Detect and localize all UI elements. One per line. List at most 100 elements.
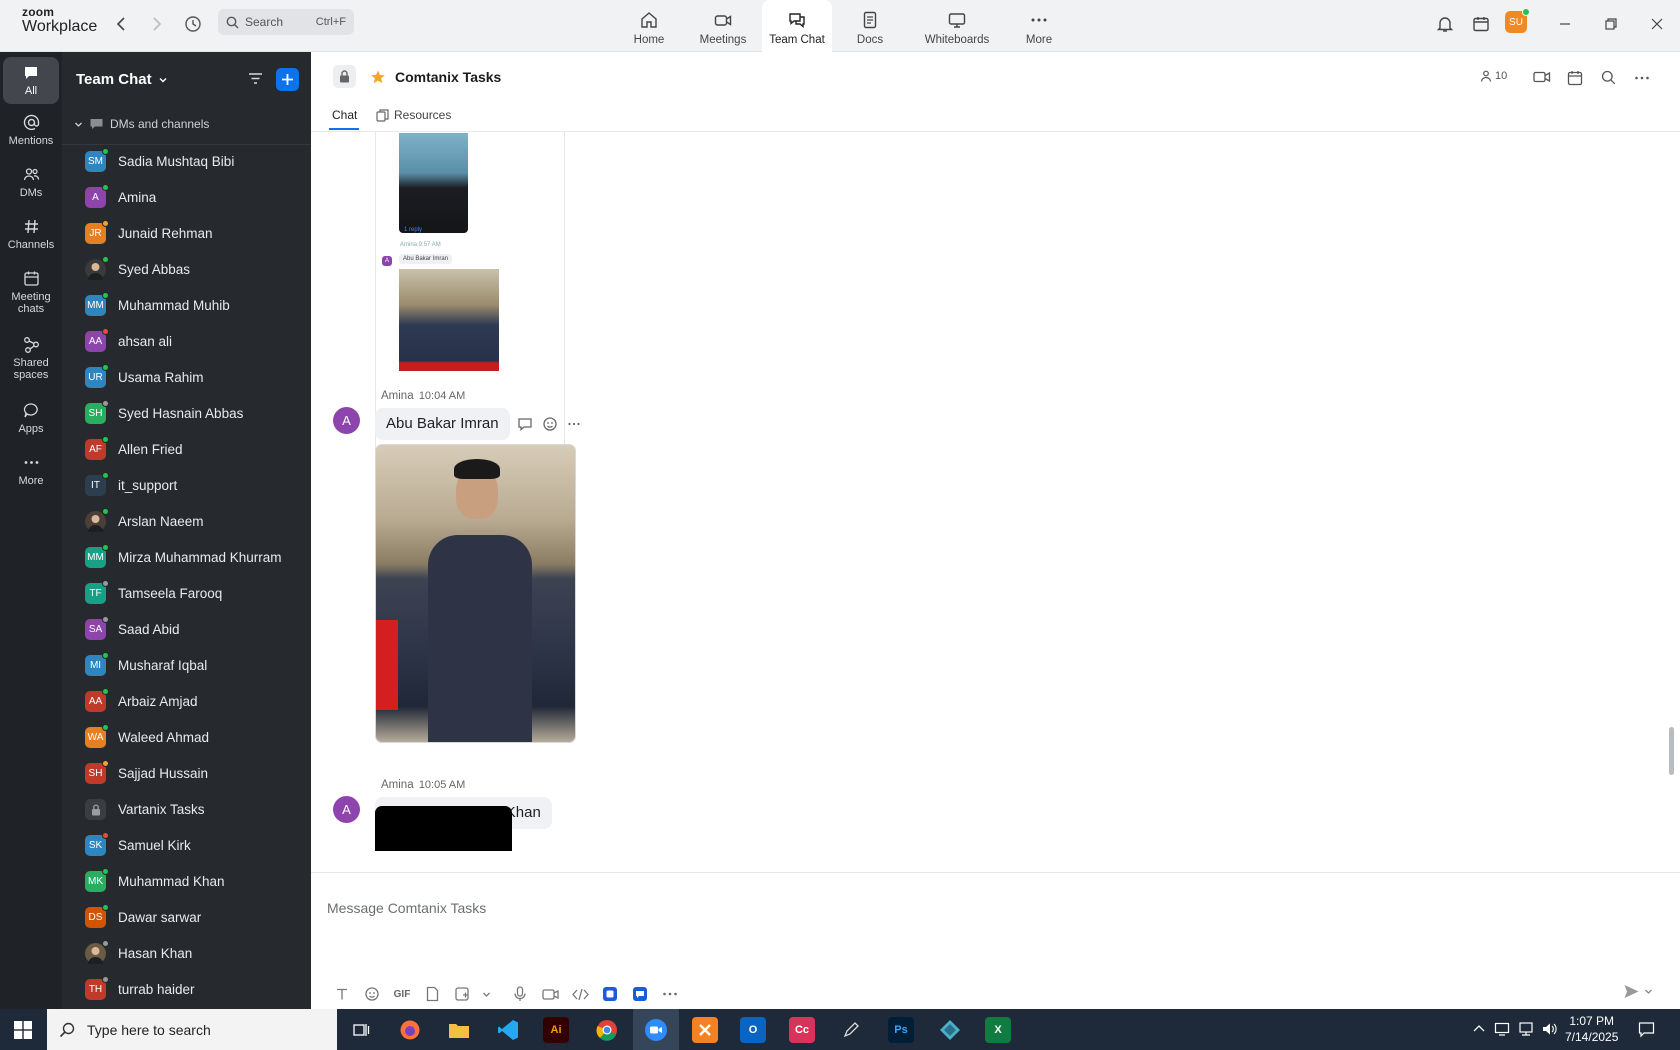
rail-apps[interactable]: Apps (3, 402, 59, 435)
file-explorer-icon[interactable] (446, 1017, 472, 1043)
rail-all[interactable]: All (3, 57, 59, 104)
contact-item[interactable]: DS Dawar sarwar (62, 900, 311, 936)
chrome-icon[interactable] (594, 1017, 620, 1043)
pen-tool-icon[interactable] (838, 1017, 864, 1043)
send-button[interactable] (1623, 983, 1653, 1000)
search-chat-icon[interactable] (1601, 70, 1616, 85)
nav-meetings[interactable]: Meetings (684, 0, 762, 52)
microphone-icon[interactable] (505, 983, 535, 1005)
sidebar-title[interactable]: Team Chat (76, 71, 168, 88)
user-avatar[interactable]: SU (1505, 8, 1530, 33)
firefox-icon[interactable] (397, 1017, 423, 1043)
sender-name[interactable]: Amina (381, 779, 414, 791)
rail-shared-spaces[interactable]: Shared spaces (3, 336, 59, 381)
image-attachment[interactable] (375, 806, 512, 851)
zoom-taskbar-icon[interactable] (633, 1009, 679, 1050)
screenshot-icon[interactable] (447, 983, 477, 1005)
illustrator-icon[interactable]: Ai (543, 1017, 569, 1043)
contact-item[interactable]: UR Usama Rahim (62, 360, 311, 396)
clock[interactable]: 1:07 PM 7/14/2025 (1565, 1013, 1618, 1045)
tray-chevron-icon[interactable] (1473, 1023, 1485, 1033)
tab-resources[interactable]: Resources (376, 108, 451, 122)
minimize-icon[interactable] (1554, 13, 1576, 35)
notification-center-icon[interactable] (1638, 1021, 1655, 1038)
contact-item[interactable]: SH Syed Hasnain Abbas (62, 396, 311, 432)
tray-device-icon[interactable] (1494, 1021, 1510, 1037)
contact-item[interactable]: Syed Abbas (62, 252, 311, 288)
contact-item[interactable]: TH turrab haider (62, 972, 311, 1008)
contact-item[interactable]: JR Junaid Rehman (62, 216, 311, 252)
sender-name[interactable]: Amina (381, 390, 414, 402)
nav-more[interactable]: More (1006, 0, 1072, 52)
avatar[interactable]: A (333, 796, 360, 823)
rail-dms[interactable]: DMs (3, 166, 59, 199)
nav-team-chat[interactable]: Team Chat (762, 0, 832, 52)
zoom-app-icon[interactable] (625, 983, 655, 1005)
back-icon[interactable] (110, 13, 132, 35)
close-icon[interactable] (1646, 13, 1668, 35)
contact-item[interactable]: TF Tamseela Farooq (62, 576, 311, 612)
contact-item[interactable]: WA Waleed Ahmad (62, 720, 311, 756)
contact-item[interactable]: AA Arbaiz Amjad (62, 684, 311, 720)
reply-count[interactable]: 1 reply (404, 227, 422, 233)
excel-icon[interactable]: X (985, 1017, 1011, 1043)
video-call-icon[interactable] (1533, 70, 1551, 84)
contact-item[interactable]: A Amina (62, 180, 311, 216)
filter-icon[interactable] (247, 70, 264, 87)
creative-cloud-icon[interactable]: Cc (789, 1017, 815, 1043)
image-thumbnail[interactable] (399, 133, 468, 233)
chevron-down-icon[interactable] (477, 983, 495, 1005)
nav-whiteboards[interactable]: Whiteboards (908, 0, 1006, 52)
video-message-icon[interactable] (535, 983, 565, 1005)
emoji-icon[interactable] (357, 983, 387, 1005)
bell-icon[interactable] (1434, 13, 1456, 35)
more-options-icon[interactable] (1634, 70, 1650, 86)
history-icon[interactable] (182, 13, 204, 35)
schedule-icon[interactable] (1567, 70, 1583, 86)
emoji-icon[interactable] (542, 416, 558, 432)
forward-icon[interactable] (146, 13, 168, 35)
contact-item[interactable]: AA ahsan ali (62, 324, 311, 360)
contact-item[interactable]: SM Sadia Mushtaq Bibi (62, 144, 311, 180)
section-dms-channels[interactable]: DMs and channels (74, 117, 209, 131)
contact-item[interactable]: AF Allen Fried (62, 432, 311, 468)
app-diamond-icon[interactable] (937, 1017, 963, 1043)
members-button[interactable]: 10 (1480, 70, 1507, 82)
contact-item[interactable]: Arslan Naeem (62, 504, 311, 540)
avatar[interactable]: A (333, 407, 360, 434)
outlook-icon[interactable]: O (740, 1017, 766, 1043)
contact-item[interactable]: IT it_support (62, 468, 311, 504)
taskbar-search[interactable]: Type here to search (47, 1009, 337, 1050)
contact-item[interactable]: SA Saad Abid (62, 612, 311, 648)
vscode-icon[interactable] (495, 1017, 521, 1043)
rail-channels[interactable]: Channels (3, 218, 59, 251)
new-chat-button[interactable] (276, 68, 299, 91)
windows-start-icon[interactable] (14, 1021, 32, 1039)
contact-item[interactable]: SH Sajjad Hussain (62, 756, 311, 792)
search-input[interactable]: Search Ctrl+F (218, 9, 354, 35)
volume-icon[interactable] (1541, 1021, 1557, 1037)
contact-item[interactable]: MI Musharaf Iqbal (62, 648, 311, 684)
rail-meeting-chats[interactable]: Meeting chats (3, 270, 59, 315)
contact-item[interactable]: MM Mirza Muhammad Khurram (62, 540, 311, 576)
nav-docs[interactable]: Docs (832, 0, 908, 52)
xampp-icon[interactable] (692, 1017, 718, 1043)
code-icon[interactable] (565, 983, 595, 1005)
contact-item[interactable]: Vartanix Tasks (62, 792, 311, 828)
nav-home[interactable]: Home (614, 0, 684, 52)
file-icon[interactable] (417, 983, 447, 1005)
star-icon[interactable] (370, 69, 386, 85)
contact-item[interactable]: SK Samuel Kirk (62, 828, 311, 864)
contact-item[interactable]: MK Muhammad Khan (62, 864, 311, 900)
restore-icon[interactable] (1600, 13, 1622, 35)
rail-mentions[interactable]: Mentions (3, 114, 59, 147)
scrollbar-thumb[interactable] (1669, 727, 1674, 775)
more-tools-icon[interactable] (655, 983, 685, 1005)
task-view-icon[interactable] (348, 1017, 374, 1043)
reply-icon[interactable] (517, 416, 533, 432)
network-icon[interactable] (1518, 1021, 1534, 1037)
rail-more[interactable]: More (3, 454, 59, 487)
message-input[interactable]: Message Comtanix Tasks (327, 900, 486, 916)
photoshop-icon[interactable]: Ps (888, 1017, 914, 1043)
image-attachment[interactable] (375, 444, 576, 743)
